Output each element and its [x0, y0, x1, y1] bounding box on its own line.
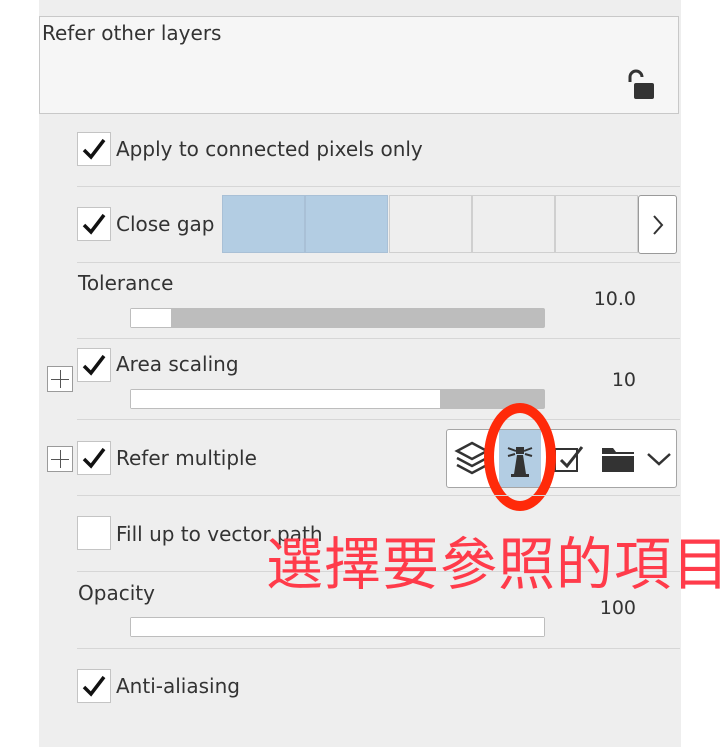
- refer-multiple-selector[interactable]: [446, 429, 677, 488]
- chevron-right-icon: [652, 214, 663, 235]
- anti-aliasing-checkbox[interactable]: [77, 669, 111, 703]
- opacity-value: 100: [599, 597, 636, 619]
- area-scaling-value: 10: [611, 369, 636, 391]
- close-gap-checkbox[interactable]: [77, 207, 111, 241]
- connected-pixels-label: Apply to connected pixels only: [116, 137, 423, 161]
- checkmark-icon: [82, 138, 106, 160]
- fill-vector-path-checkbox[interactable]: [77, 516, 111, 550]
- tolerance-slider[interactable]: [130, 308, 545, 328]
- area-scaling-checkbox[interactable]: [77, 348, 111, 382]
- tolerance-value: 10.0: [593, 288, 636, 310]
- close-gap-level-4[interactable]: [472, 195, 555, 253]
- refer-other-layers-title: Refer other layers: [42, 21, 222, 45]
- area-scaling-slider[interactable]: [130, 389, 545, 409]
- close-gap-level-3[interactable]: [389, 195, 472, 253]
- close-gap-level-5[interactable]: [555, 195, 638, 253]
- area-scaling-label: Area scaling: [116, 352, 239, 376]
- refer-multiple-label: Refer multiple: [116, 446, 257, 470]
- close-gap-label: Close gap: [116, 212, 215, 236]
- divider: [77, 262, 680, 263]
- opacity-label: Opacity: [78, 581, 155, 605]
- checkmark-icon: [82, 354, 106, 376]
- divider: [77, 419, 680, 420]
- checkmark-icon: [82, 213, 106, 235]
- checkmark-icon: [82, 447, 106, 469]
- annotation-text: 選擇要參照的項目: [266, 532, 720, 598]
- opacity-slider[interactable]: [130, 617, 545, 637]
- divider: [77, 495, 680, 496]
- checkmark-icon: [82, 675, 106, 697]
- close-gap-level-1[interactable]: [222, 195, 305, 253]
- divider: [77, 648, 680, 649]
- refer-multiple-checkbox[interactable]: [77, 441, 111, 475]
- tolerance-label: Tolerance: [78, 271, 174, 295]
- chevron-down-icon[interactable]: [643, 430, 675, 487]
- expand-refer-multiple-icon[interactable]: [47, 446, 73, 472]
- connected-pixels-checkbox[interactable]: [77, 132, 111, 166]
- close-gap-level-2[interactable]: [305, 195, 388, 253]
- opacity-slider-fill: [131, 618, 544, 636]
- unlocked-padlock-icon[interactable]: [626, 69, 656, 101]
- area-scaling-slider-fill: [131, 390, 441, 408]
- expand-area-scaling-icon[interactable]: [47, 366, 73, 392]
- divider: [77, 186, 680, 187]
- close-gap-next-button[interactable]: [638, 195, 677, 254]
- folder-icon[interactable]: [595, 430, 641, 487]
- anti-aliasing-label: Anti-aliasing: [116, 674, 240, 698]
- tolerance-slider-fill: [131, 309, 173, 327]
- divider: [77, 338, 680, 339]
- refer-other-layers-box[interactable]: Refer other layers: [39, 16, 679, 114]
